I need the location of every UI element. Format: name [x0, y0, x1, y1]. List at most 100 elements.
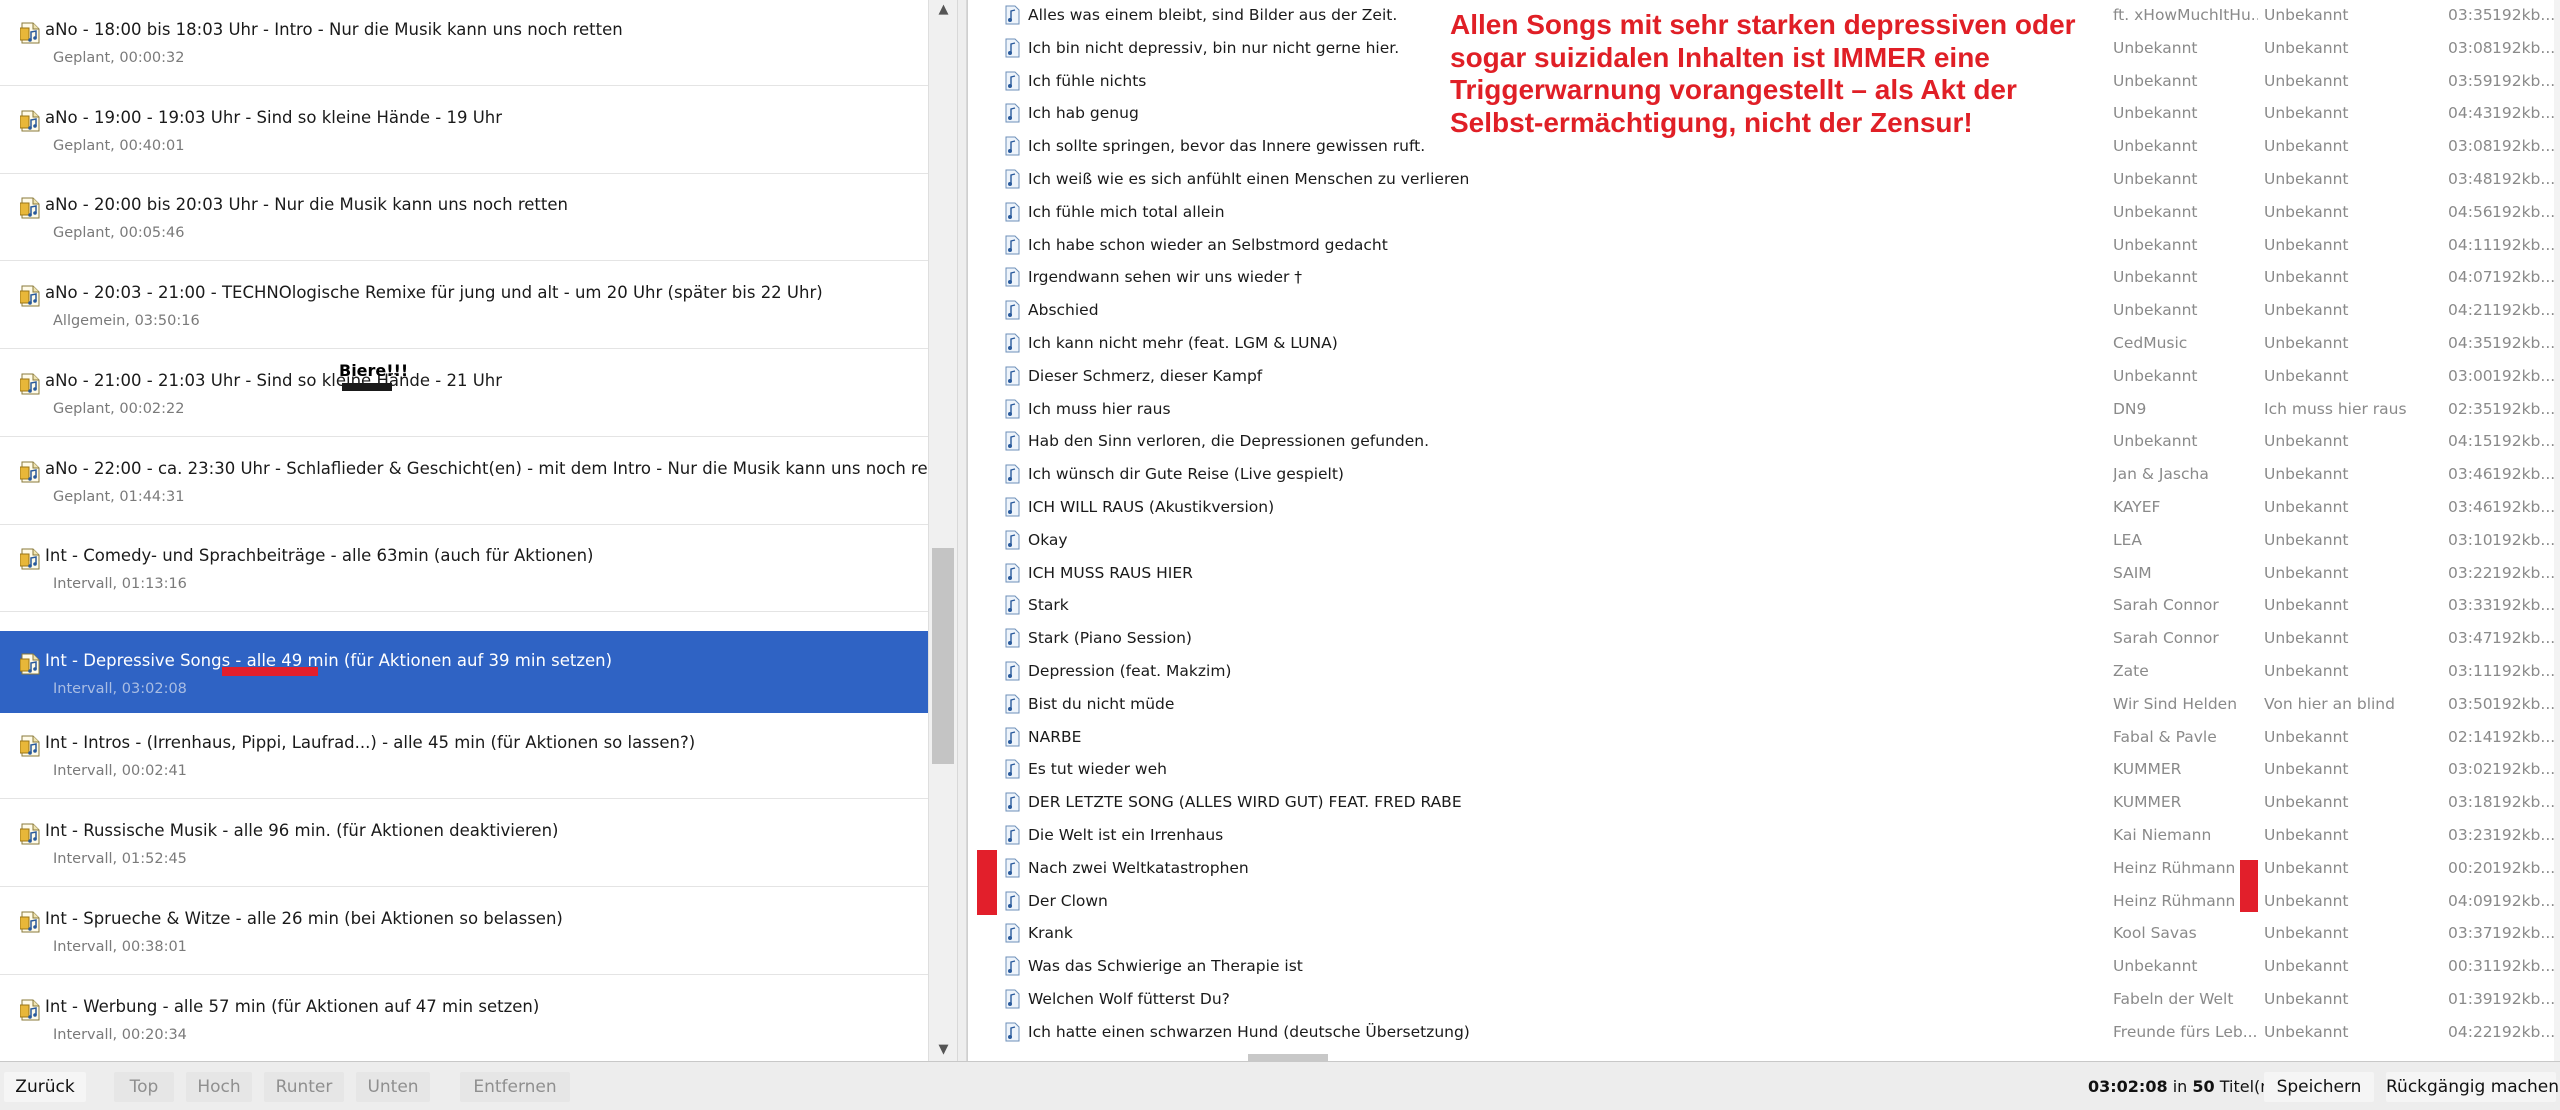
schedule-item[interactable]: aNo - 22:00 - ca. 23:30 Uhr - Schlaflied… [0, 439, 957, 525]
move-up-button[interactable]: Hoch [186, 1072, 252, 1102]
schedule-scrollbar[interactable]: ▲ ▼ [928, 0, 957, 1061]
back-button[interactable]: Zurück [4, 1072, 86, 1102]
track-bitrate: 192kb... [2492, 432, 2556, 451]
schedule-item[interactable]: Int - Intros - (Irrenhaus, Pippi, Laufra… [0, 713, 928, 799]
schedule-item-title: Int - Comedy- und Sprachbeiträge - alle … [45, 546, 594, 565]
track-title: ICH MUSS RAUS HIER [1028, 563, 1193, 582]
schedule-item[interactable]: Int - Sprueche & Witze - alle 26 min (be… [0, 889, 928, 975]
track-row[interactable]: NARBE Fabal & Pavle Unbekannt 02:14 192kb... [968, 722, 2560, 755]
track-duration: 03:47 [2448, 629, 2493, 648]
track-row[interactable]: Krank Kool Savas Unbekannt 03:37 192kb... [968, 918, 2560, 951]
track-album: Unbekannt [2264, 432, 2349, 451]
schedule-item[interactable]: aNo - 18:00 bis 18:03 Uhr - Intro - Nur … [0, 0, 928, 86]
track-list-scrollbar[interactable] [2554, 0, 2560, 1061]
track-bitrate: 192kb... [2492, 530, 2556, 549]
track-row[interactable]: Was das Schwierige an Therapie ist Unbeka… [968, 951, 2560, 984]
pane-splitter[interactable] [957, 0, 967, 1061]
track-bitrate: 192kb... [2492, 793, 2556, 812]
schedule-item[interactable]: Int - Russische Musik - alle 96 min. (fü… [0, 801, 928, 887]
track-album: Unbekannt [2264, 38, 2349, 57]
track-row[interactable]: ICH MUSS RAUS HIER SAIM Unbekannt 03:22 192k… [968, 558, 2560, 591]
move-bottom-button[interactable]: Unten [356, 1072, 430, 1102]
track-row[interactable]: Ich muss hier raus DN9 Ich muss hier raus 0… [968, 394, 2560, 427]
track-album: Unbekannt [2264, 366, 2349, 385]
music-file-icon [1005, 792, 1020, 812]
track-row[interactable]: Es tut wieder weh KUMMER Unbekannt 03:02 192… [968, 754, 2560, 787]
track-album: Unbekannt [2264, 596, 2349, 615]
track-row[interactable]: DER LETZTE SONG (ALLES WIRD GUT) FEAT. F… [968, 787, 2560, 820]
track-duration: 03:50 [2448, 694, 2493, 713]
schedule-item-title: Int - Sprueche & Witze - alle 26 min (be… [45, 909, 563, 928]
track-row[interactable]: Depression (feat. Makzim) Zate Unbekannt 03… [968, 656, 2560, 689]
track-album: Unbekannt [2264, 301, 2349, 320]
track-row[interactable]: Irgendwann sehen wir uns wieder † Unbekan… [968, 262, 2560, 295]
track-duration: 03:11 [2448, 662, 2493, 680]
track-row[interactable]: Welchen Wolf fütterst Du? Fabeln der Welt… [968, 984, 2560, 1017]
track-artist: Sarah Connor [2113, 596, 2219, 615]
scrollbar-thumb[interactable] [932, 548, 954, 764]
track-row[interactable]: Ich weiß wie es sich anfühlt einen Mensc… [968, 164, 2560, 197]
remove-button[interactable]: Entfernen [460, 1072, 570, 1102]
track-title: DER LETZTE SONG (ALLES WIRD GUT) FEAT. F… [1028, 793, 1462, 812]
undo-button[interactable]: Rückgängig machen [2386, 1072, 2559, 1102]
scroll-down-icon[interactable]: ▼ [929, 1039, 957, 1061]
schedule-item-title: aNo - 21:00 - 21:03 Uhr - Sind so kleine… [45, 371, 503, 390]
track-title: Stark (Piano Session) [1028, 629, 1192, 648]
track-row[interactable]: Stark (Piano Session) Sarah Connor Unbekan… [968, 623, 2560, 656]
track-bitrate: 192kb... [2492, 268, 2556, 287]
track-album: Unbekannt [2264, 71, 2349, 90]
track-duration: 03:37 [2448, 924, 2493, 943]
track-row[interactable]: Stark Sarah Connor Unbekannt 03:33 192kb... [968, 590, 2560, 623]
track-artist: Unbekannt [2113, 202, 2198, 221]
track-album: Unbekannt [2264, 6, 2349, 24]
music-file-icon [1005, 399, 1020, 419]
track-row[interactable]: Ich fühle mich total allein Unbekannt Unbe… [968, 197, 2560, 230]
track-row[interactable]: Ich habe schon wieder an Selbstmord geda… [968, 230, 2560, 263]
track-row[interactable]: Okay LEA Unbekannt 03:10 192kb... [968, 525, 2560, 558]
folder-note-icon [19, 371, 42, 396]
track-row[interactable]: Die Welt ist ein Irrenhaus Kai Niemann Unb… [968, 820, 2560, 853]
music-file-icon [1005, 858, 1020, 878]
track-album: Unbekannt [2264, 662, 2349, 680]
track-row[interactable]: Ich hatte einen schwarzen Hund (deutsche… [968, 1017, 2560, 1050]
track-artist: Unbekannt [2113, 38, 2198, 57]
move-down-button[interactable]: Runter [264, 1072, 344, 1102]
track-title: Okay [1028, 530, 1068, 549]
track-title: Ich hatte einen schwarzen Hund (deutsche… [1028, 1022, 1470, 1041]
schedule-item[interactable]: aNo - 21:00 - 21:03 Uhr - Sind so kleine… [0, 351, 928, 437]
schedule-item-title: aNo - 19:00 - 19:03 Uhr - Sind so kleine… [45, 108, 503, 127]
track-album: Unbekannt [2264, 1022, 2349, 1041]
schedule-item[interactable]: Int - Werbung - alle 57 min (für Aktione… [0, 977, 928, 1061]
track-row[interactable]: Hab den Sinn verloren, die Depressionen … [968, 426, 2560, 459]
schedule-item[interactable]: Int - Comedy- und Sprachbeiträge - alle … [0, 526, 928, 612]
schedule-item-subtitle: Intervall, 01:13:16 [53, 576, 187, 592]
track-row[interactable]: Abschied Unbekannt Unbekannt 04:21 192kb... [968, 295, 2560, 328]
schedule-item[interactable]: aNo - 20:00 bis 20:03 Uhr - Nur die Musi… [0, 175, 928, 261]
music-file-icon [1005, 891, 1020, 911]
track-duration: 03:10 [2448, 530, 2493, 549]
schedule-item-subtitle: Intervall, 00:38:01 [53, 939, 187, 955]
save-button[interactable]: Speichern [2264, 1072, 2374, 1102]
track-duration: 03:02 [2448, 760, 2493, 779]
track-title: Der Clown [1028, 891, 1108, 910]
track-row[interactable]: Ich wünsch dir Gute Reise (Live gespielt… [968, 459, 2560, 492]
track-album: Unbekannt [2264, 202, 2349, 221]
track-bitrate: 192kb... [2492, 38, 2556, 57]
track-row[interactable]: Nach zwei Weltkatastrophen Heinz Rühmann U… [968, 853, 2560, 886]
track-artist: Zate [2113, 662, 2149, 680]
track-row[interactable]: Ich kann nicht mehr (feat. LGM & LUNA) Ce… [968, 328, 2560, 361]
track-row[interactable]: Bist du nicht müde Wir Sind Helden Von hie… [968, 689, 2560, 722]
schedule-item[interactable]: aNo - 20:03 - 21:00 - TECHNOlogische Rem… [0, 263, 928, 349]
track-row[interactable]: Dieser Schmerz, dieser Kampf Unbekannt Unb… [968, 361, 2560, 394]
schedule-item-subtitle: Geplant, 01:44:31 [53, 489, 185, 505]
track-row[interactable]: ICH WILL RAUS (Akustikversion) KAYEF Unbek… [968, 492, 2560, 525]
folder-note-icon [19, 733, 42, 758]
scroll-up-icon[interactable]: ▲ [929, 0, 957, 22]
track-row[interactable]: Der Clown Heinz Rühmann Unbekannt 04:09 192k… [968, 886, 2560, 919]
music-file-icon [1005, 727, 1020, 747]
move-top-button[interactable]: Top [114, 1072, 174, 1102]
horizontal-scrollbar-thumb[interactable] [1248, 1054, 1328, 1061]
track-bitrate: 192kb... [2492, 6, 2556, 24]
schedule-item[interactable]: aNo - 19:00 - 19:03 Uhr - Sind so kleine… [0, 88, 928, 174]
schedule-item[interactable]: Int - Depressive Songs - alle 49 min (fü… [0, 631, 928, 713]
